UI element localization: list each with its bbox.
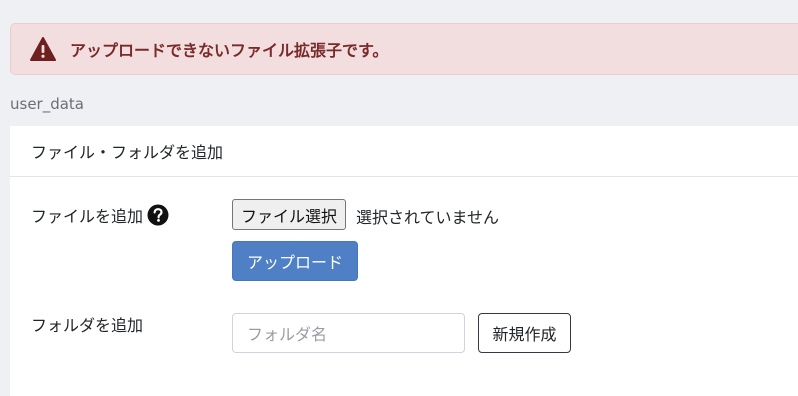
question-circle-icon[interactable] xyxy=(147,204,169,226)
warning-triangle-icon xyxy=(30,35,58,63)
upload-button[interactable]: アップロード xyxy=(232,241,358,281)
choose-file-button[interactable]: ファイル選択 xyxy=(232,199,347,230)
folder-name-input[interactable]: フォルダ名 xyxy=(232,313,465,353)
card-title: ファイル・フォルダを追加 xyxy=(10,126,798,177)
create-folder-button[interactable]: 新規作成 xyxy=(478,313,571,353)
add-file-folder-card: ファイル・フォルダを追加 ファイルを追加 ファイル選択 選択されていません アッ… xyxy=(10,126,798,396)
file-row-label: ファイルを追加 xyxy=(31,206,144,226)
folder-row-label: フォルダを追加 xyxy=(31,316,144,335)
file-status-text: 選択されていません xyxy=(356,208,500,227)
alert-message: アップロードできないファイル拡張子です。 xyxy=(70,41,389,60)
error-alert: アップロードできないファイル拡張子です。 xyxy=(10,23,798,75)
breadcrumb: user_data xyxy=(10,95,85,113)
